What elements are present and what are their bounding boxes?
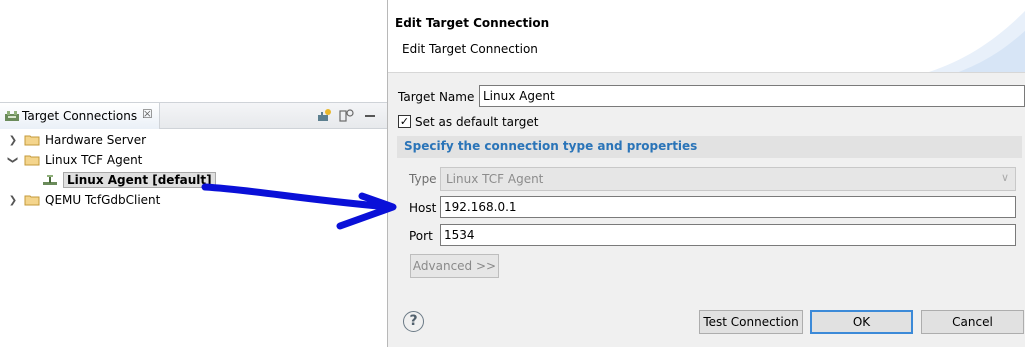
target-connections-view-toolbar: Target Connections ☒ (0, 102, 388, 129)
filter-icon[interactable] (338, 109, 354, 123)
new-connection-icon[interactable] (316, 109, 332, 123)
host-label: Host (409, 201, 437, 215)
ok-button[interactable]: OK (810, 310, 913, 334)
target-name-field[interactable]: Linux Agent (479, 85, 1025, 107)
dialog-subtitle: Edit Target Connection (402, 42, 538, 56)
folder-icon (24, 135, 40, 146)
target-connections-icon (5, 111, 19, 121)
tree-item-qemu-tcfgdbclient[interactable]: ❯ QEMU TcfGdbClient (6, 190, 161, 210)
dialog-title: Edit Target Connection (395, 16, 550, 30)
type-label: Type (409, 172, 437, 186)
folder-icon (24, 195, 40, 206)
chevron-right-icon[interactable]: ❯ (6, 133, 20, 147)
close-icon[interactable]: ☒ (142, 107, 153, 121)
chevron-right-icon[interactable]: ❯ (6, 193, 20, 207)
tree-item-label: Linux TCF Agent (45, 153, 143, 167)
default-target-label: Set as default target (415, 115, 539, 129)
tree-item-linux-tcf-agent[interactable]: ❯ Linux TCF Agent (6, 150, 143, 170)
advanced-button[interactable]: Advanced >> (410, 254, 499, 278)
dialog-header: Edit Target Connection Edit Target Conne… (388, 0, 1025, 73)
test-connection-button[interactable]: Test Connection (699, 310, 803, 334)
tree-item-label: Hardware Server (45, 133, 147, 147)
tree-item-linux-agent-default[interactable]: Linux Agent [default] (42, 170, 216, 190)
tab-label: Target Connections (22, 109, 138, 123)
port-label: Port (409, 229, 433, 243)
target-name-label: Target Name (398, 90, 475, 104)
cancel-button[interactable]: Cancel (921, 310, 1024, 334)
type-select-value: Linux TCF Agent (446, 172, 544, 186)
tree-item-hardware-server[interactable]: ❯ Hardware Server (6, 130, 146, 150)
tab-target-connections[interactable]: Target Connections ☒ (0, 103, 160, 129)
host-field[interactable]: 192.168.0.1 (440, 196, 1016, 218)
agent-icon (43, 175, 57, 185)
type-select[interactable]: Linux TCF Agent ∨ (440, 167, 1016, 191)
port-field[interactable]: 1534 (440, 224, 1016, 246)
help-icon[interactable]: ? (403, 311, 424, 332)
banner-graphic (928, 10, 1025, 72)
chevron-down-icon[interactable]: ❯ (6, 153, 20, 167)
folder-icon (24, 155, 40, 166)
tree-item-label: QEMU TcfGdbClient (45, 193, 161, 207)
tree-item-label: Linux Agent [default] (63, 172, 216, 188)
default-target-checkbox[interactable]: ✓ (398, 115, 411, 128)
group-title: Specify the connection type and properti… (397, 136, 1022, 158)
minimize-icon[interactable] (362, 109, 378, 123)
chevron-down-icon: ∨ (1000, 171, 1009, 184)
